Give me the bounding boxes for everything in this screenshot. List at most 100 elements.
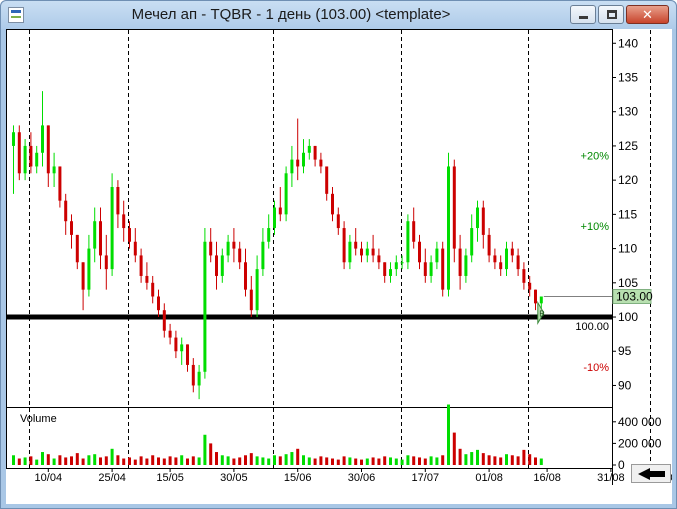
volume-bar — [197, 457, 201, 465]
maximize-button[interactable] — [598, 5, 624, 24]
volume-label: Volume — [20, 413, 57, 425]
volume-bar — [52, 458, 56, 465]
candle-body — [371, 248, 375, 256]
volume-bar — [273, 455, 276, 465]
candle-body — [499, 262, 503, 270]
volume-bar — [505, 454, 508, 465]
volume-bar — [534, 457, 537, 465]
x-tick-label: 30/05 — [220, 472, 248, 484]
volume-bar — [319, 456, 323, 465]
candle-body — [365, 248, 369, 256]
volume-bar — [87, 455, 91, 465]
x-tick-label: 16/08 — [533, 472, 561, 484]
candle-body — [128, 228, 131, 242]
volume-bar — [464, 454, 468, 465]
candle-body — [476, 207, 479, 229]
x-tick-label: 01/08 — [475, 472, 503, 484]
candle-body — [35, 152, 39, 167]
candle-body — [342, 228, 346, 263]
candle-body — [452, 166, 456, 249]
price-tick-label: 105 — [618, 276, 638, 290]
volume-bar — [406, 455, 410, 465]
volume-bar — [302, 455, 305, 465]
volume-bar — [12, 455, 15, 465]
chart-area[interactable]: B Volume 90 95 100 105 110 115 120 125 130 135 140… — [6, 29, 677, 504]
volume-bar — [162, 458, 166, 465]
volume-bar — [307, 457, 311, 465]
candle-body — [354, 241, 358, 249]
volume-bar — [371, 457, 375, 465]
volume-bar — [215, 452, 218, 465]
x-tick-label: 10/04 — [35, 472, 63, 484]
candle-body — [209, 241, 213, 256]
candle-body — [191, 364, 195, 386]
candle-body — [145, 275, 149, 283]
volume-tick-label: 400 000 — [618, 415, 662, 429]
price-tick-label: 125 — [618, 139, 638, 153]
volume-bar — [81, 458, 85, 465]
volume-bar — [128, 457, 131, 465]
x-tick-label: 15/06 — [284, 472, 312, 484]
candle-body — [296, 159, 300, 167]
candle-body — [29, 145, 33, 167]
candle-body — [290, 159, 294, 174]
candle-body — [389, 269, 392, 276]
volume-bar — [104, 456, 108, 465]
volume-bar — [470, 452, 474, 465]
candle-body — [64, 200, 68, 222]
volume-bar — [17, 458, 21, 465]
candle-body — [162, 310, 166, 331]
candle-body — [139, 255, 143, 276]
candle-body — [325, 166, 329, 194]
candle-body — [81, 262, 85, 290]
x-tick-label: 31/08 — [597, 472, 625, 484]
candle-body — [470, 228, 474, 256]
window-title: Мечел ап - TQBR - 1 день (103.00) <templ… — [131, 6, 451, 23]
candle-body — [151, 282, 155, 297]
candle-body — [313, 145, 317, 160]
title-bar[interactable]: Мечел ап - TQBR - 1 день (103.00) <templ… — [1, 1, 676, 29]
volume-bar — [133, 459, 137, 465]
candle-body — [464, 255, 468, 276]
volume-bar — [64, 457, 68, 465]
candle-body — [406, 221, 410, 263]
candle-body — [133, 241, 137, 256]
volume-bar — [209, 443, 213, 465]
scroll-to-end-button[interactable] — [631, 464, 671, 483]
x-tick-label: 30/06 — [348, 472, 376, 484]
chart-window: Мечел ап - TQBR - 1 день (103.00) <templ… — [0, 0, 677, 509]
candle-body — [255, 269, 259, 311]
candle-body — [528, 282, 532, 290]
plot-frame — [6, 29, 613, 469]
volume-bar — [331, 458, 334, 465]
volume-bar — [452, 432, 456, 465]
candle-body — [116, 186, 120, 215]
minimize-button[interactable] — [570, 5, 596, 24]
candle-body — [157, 296, 160, 311]
volume-bar — [476, 449, 479, 465]
volume-bar — [220, 455, 224, 465]
volume-bar — [481, 453, 485, 465]
candle-body — [278, 207, 282, 215]
price-tick-label: 90 — [618, 378, 632, 392]
close-button[interactable]: ✕ — [626, 5, 669, 24]
volume-bar — [244, 455, 247, 465]
percent-level-label: -10% — [583, 362, 609, 374]
minimize-icon — [579, 16, 588, 19]
price-chart[interactable]: B Volume 90 95 100 105 110 115 120 125 130 135 140… — [6, 29, 677, 504]
volume-bar — [255, 456, 259, 465]
candle-body — [522, 269, 526, 283]
candle-body — [186, 344, 189, 365]
price-tick-label: 110 — [618, 242, 637, 256]
candle-body — [203, 241, 207, 372]
x-tick-label: 17/07 — [412, 472, 440, 484]
candle-body — [516, 255, 520, 270]
volume-bar — [116, 455, 120, 465]
volume-bar — [441, 455, 445, 465]
volume-bar — [23, 457, 27, 465]
volume-bar — [284, 454, 288, 465]
candle-body — [383, 262, 387, 276]
volume-bar — [70, 456, 73, 465]
candle-body — [58, 166, 62, 201]
candle-body — [249, 289, 253, 311]
